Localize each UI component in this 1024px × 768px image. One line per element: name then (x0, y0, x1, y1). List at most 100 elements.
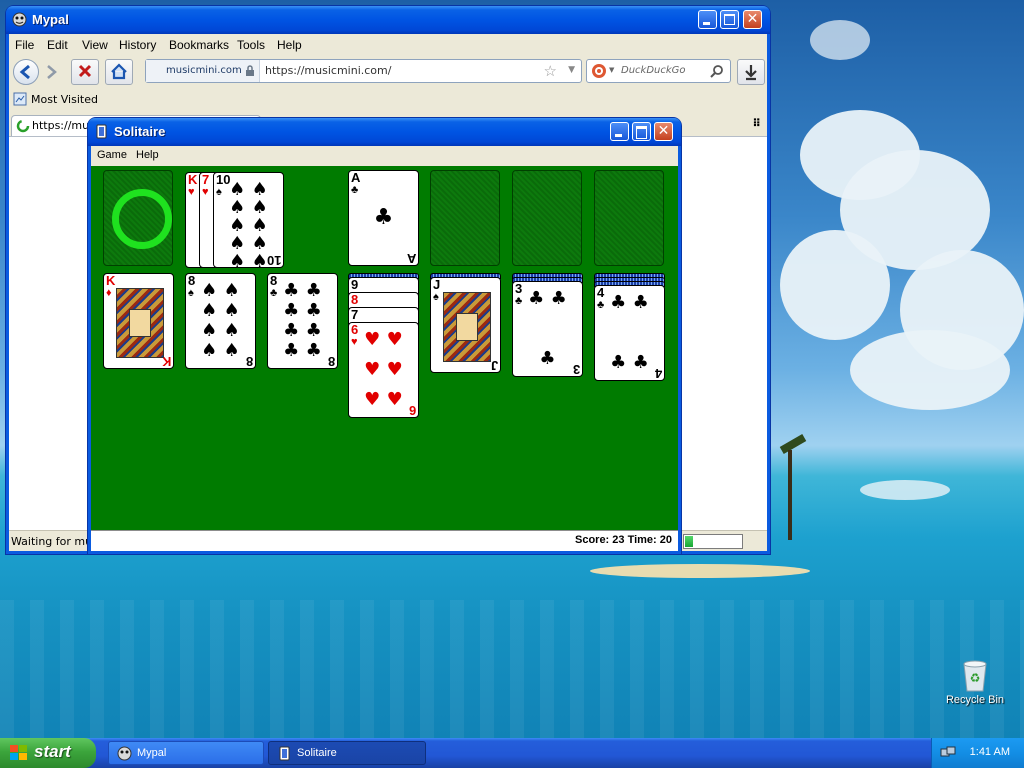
url-bar[interactable]: musicmini.com https://musicmini.com/ ☆ ▼ (145, 59, 582, 83)
menu-edit[interactable]: Edit (47, 38, 68, 52)
search-box[interactable]: ▼ DuckDuckGo (586, 59, 731, 83)
search-placeholder: DuckDuckGo (621, 65, 686, 76)
navigation-toolbar: musicmini.com https://musicmini.com/ ☆ ▼… (9, 56, 767, 88)
hearts-suit-icon: ♥ (351, 336, 358, 348)
card-rank-bottom: 4 (654, 366, 662, 381)
clubs-suit-icon: ♣ (528, 288, 545, 309)
search-icon (710, 65, 723, 78)
clubs-suit-icon: ♣ (539, 348, 556, 369)
taskbar-item-label: Solitaire (297, 747, 337, 759)
taskbar-item-solitaire[interactable]: Solitaire (268, 741, 426, 765)
tab-list-icon[interactable]: ⠿ (752, 117, 761, 130)
bookmark-star-icon[interactable]: ☆ (544, 62, 557, 80)
browser-menubar: File Edit View History Bookmarks Tools H… (9, 34, 767, 56)
menu-file[interactable]: File (15, 38, 34, 52)
card-rank: 6 ♥ (351, 322, 359, 348)
taskbar-item-mypal[interactable]: Mypal (108, 741, 264, 765)
tableau-card[interactable]: 3 ♣ 3 ♣ ♣ ♣ (512, 281, 583, 377)
spades-suit-icon: ♠ (223, 300, 240, 321)
solitaire-titlebar[interactable]: Solitaire ✕ (88, 118, 681, 146)
menu-help[interactable]: Help (277, 38, 302, 52)
url-dropdown-icon[interactable]: ▼ (568, 65, 575, 75)
clubs-suit-icon: ♣ (610, 292, 627, 313)
site-identity-label: musicmini.com (166, 65, 242, 76)
face-card-art (443, 292, 491, 362)
solitaire-maximize-button[interactable] (632, 122, 651, 141)
clubs-suit-icon: ♣ (283, 340, 300, 361)
clubs-suit-icon: ♣ (373, 205, 394, 230)
clubs-suit-icon: ♣ (515, 295, 523, 307)
clubs-suit-icon: ♣ (305, 280, 322, 301)
hearts-suit-icon: ♥ (386, 359, 403, 380)
windows-logo-icon (10, 745, 28, 761)
tableau-card[interactable]: 4 ♣ 4 ♣ ♣ ♣ ♣ (594, 285, 665, 381)
card-pips: ♠ ♠ ♠ ♠ ♠ ♠ ♠ ♠ ♠ ♠ (226, 181, 271, 268)
start-button[interactable]: start (0, 738, 96, 768)
hearts-suit-icon: ♥ (364, 389, 381, 410)
spades-suit-icon: ♠ (251, 251, 268, 268)
engine-dropdown-icon[interactable]: ▼ (609, 66, 614, 74)
tableau-card[interactable]: J ♠ J (430, 277, 501, 373)
diamonds-suit-icon: ♦ (106, 287, 112, 299)
spades-suit-icon: ♠ (201, 300, 218, 321)
clubs-suit-icon: ♣ (270, 287, 278, 299)
tableau-card[interactable]: 8 ♣ 8 ♣ ♣ ♣ ♣ ♣ ♣ ♣ ♣ (267, 273, 338, 369)
minimize-button[interactable] (698, 10, 717, 29)
lock-icon (246, 65, 254, 76)
card-rank-bottom: 6 (408, 403, 416, 418)
close-icon: ✕ (657, 123, 670, 139)
card-rank: J ♠ (433, 277, 441, 303)
menu-view[interactable]: View (82, 38, 108, 52)
system-tray: 1:41 AM (931, 738, 1024, 768)
waste-card[interactable]: 10 ♠ 10 ♠ ♠ ♠ ♠ ♠ ♠ ♠ ♠ ♠ ♠ (213, 172, 284, 268)
clubs-suit-icon: ♣ (351, 184, 359, 196)
stop-button[interactable] (71, 59, 99, 85)
solitaire-statusbar: Score: 23 Time: 20 (91, 530, 678, 551)
recycle-bin-icon[interactable]: ♻ Recycle Bin (944, 656, 1006, 712)
foundation-2[interactable] (430, 170, 500, 266)
home-button[interactable] (105, 59, 133, 85)
card-pips: ♣ ♣ ♣ (525, 290, 570, 368)
solitaire-minimize-button[interactable] (610, 122, 629, 141)
network-icon (940, 746, 956, 757)
clubs-suit-icon: ♣ (632, 292, 649, 313)
card-rank: 4 ♣ (597, 285, 605, 311)
game-table[interactable]: K ♥ 7 ♥ 10 ♠ 10 ♠ ♠ ♠ ♠ ♠ ♠ ♠ ♠ ♠ ♠ A ♣ A ♣ K ♦ K 8 ♠ 8 ♠ ♠ ♠ ♠ ♠ ♠ ♠ ♠ 8… (91, 166, 678, 530)
menu-history[interactable]: History (119, 38, 156, 52)
downloads-button[interactable] (737, 59, 765, 85)
foundation-4[interactable] (594, 170, 664, 266)
menu-game[interactable]: Game (97, 149, 127, 161)
menu-bookmarks[interactable]: Bookmarks (169, 38, 229, 52)
stock-pile[interactable] (103, 170, 173, 266)
close-button[interactable]: ✕ (743, 10, 762, 29)
menu-tools[interactable]: Tools (237, 38, 265, 52)
clubs-suit-icon: ♣ (305, 340, 322, 361)
most-visited-link[interactable]: Most Visited (31, 93, 98, 106)
hearts-suit-icon: ♥ (386, 389, 403, 410)
card-rank-bottom: A (406, 251, 416, 266)
bookmarks-toolbar: Most Visited (9, 90, 767, 110)
spades-suit-icon: ♠ (223, 280, 240, 301)
card-rank-bottom: 3 (572, 362, 580, 377)
solitaire-close-button[interactable]: ✕ (654, 122, 673, 141)
tableau-card[interactable]: K ♦ K (103, 273, 174, 369)
browser-titlebar[interactable]: Mypal ✕ (6, 6, 770, 34)
back-button[interactable] (13, 59, 39, 85)
clubs-suit-icon: ♣ (283, 280, 300, 301)
clubs-suit-icon: ♣ (550, 288, 567, 309)
clubs-suit-icon: ♣ (610, 352, 627, 373)
card-rank-bottom: 8 (327, 354, 335, 369)
card-pips: ♥ ♥ ♥ ♥ ♥ ♥ (361, 331, 406, 409)
site-identity[interactable]: musicmini.com (146, 60, 260, 82)
foundation-3[interactable] (512, 170, 582, 266)
foundation-card[interactable]: A ♣ A ♣ (348, 170, 419, 266)
forward-button[interactable] (43, 63, 61, 84)
maximize-button[interactable] (720, 10, 739, 29)
solitaire-menubar: Game Help (91, 146, 678, 166)
card-rank: A ♣ (351, 170, 361, 196)
card-rank-bottom: 8 (245, 354, 253, 369)
tableau-card[interactable]: 6 ♥ 6 ♥ ♥ ♥ ♥ ♥ ♥ (348, 322, 419, 418)
menu-help[interactable]: Help (136, 149, 159, 161)
card-rank: 3 ♣ (515, 281, 523, 307)
tableau-card[interactable]: 8 ♠ 8 ♠ ♠ ♠ ♠ ♠ ♠ ♠ ♠ (185, 273, 256, 369)
